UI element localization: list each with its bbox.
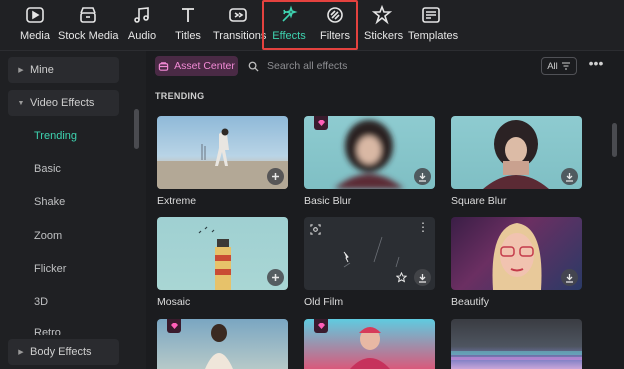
- premium-gem-icon: [314, 319, 328, 333]
- sidebar-group-label: Video Effects: [30, 97, 95, 109]
- add-icon[interactable]: [267, 269, 284, 286]
- download-icon[interactable]: [414, 269, 431, 286]
- effect-card-label: Square Blur: [451, 195, 507, 207]
- filter-dropdown[interactable]: All: [541, 57, 577, 75]
- effect-card-label: Basic Blur: [304, 195, 352, 207]
- asset-center-icon: [158, 61, 169, 71]
- content-scrollbar[interactable]: [612, 123, 617, 157]
- effect-card-beautify[interactable]: [451, 217, 582, 290]
- effect-card-label: Extreme: [157, 195, 197, 207]
- effect-card-extreme[interactable]: [157, 116, 288, 189]
- caret-right-icon: ▶: [18, 349, 24, 356]
- sidebar-group-label: Mine: [30, 64, 54, 76]
- templates-icon: [408, 4, 454, 26]
- asset-center-button[interactable]: Asset Center: [155, 56, 238, 76]
- effect-thumbnail: [451, 351, 582, 360]
- tab-transitions-label: Transitions: [213, 30, 267, 42]
- sidebar-group-video-effects[interactable]: ▼ Video Effects: [8, 90, 119, 116]
- filter-label: All: [547, 60, 558, 72]
- asset-center-label: Asset Center: [174, 60, 235, 72]
- effect-card-label: Mosaic: [157, 296, 191, 308]
- sidebar-item-zoom[interactable]: Zoom: [34, 230, 62, 242]
- sidebar-group-label: Body Effects: [30, 346, 92, 358]
- sidebar-item-basic[interactable]: Basic: [34, 163, 61, 175]
- tab-stock-media[interactable]: Stock Media: [58, 4, 119, 46]
- sidebar-group-body-effects[interactable]: ▶ Body Effects: [8, 339, 119, 365]
- effects-filters-highlight-box: [262, 0, 358, 50]
- tab-templates[interactable]: Templates: [408, 4, 459, 46]
- sidebar-item-3d[interactable]: 3D: [34, 296, 48, 308]
- card-menu-icon[interactable]: ⋮: [417, 221, 429, 233]
- effects-panel: Asset Center Search all effects All ••• …: [146, 51, 624, 369]
- search-placeholder: Search all effects: [267, 60, 348, 72]
- tab-templates-label: Templates: [408, 30, 459, 42]
- sidebar-group-mine[interactable]: ▶ Mine: [8, 57, 119, 83]
- effect-card-old-film[interactable]: ⋮: [304, 217, 435, 290]
- favorite-star-icon[interactable]: [393, 269, 410, 286]
- tab-stock-media-label: Stock Media: [58, 30, 119, 42]
- premium-gem-icon: [167, 319, 181, 333]
- section-title: TRENDING: [155, 91, 205, 101]
- effect-card-mosaic[interactable]: [157, 217, 288, 290]
- download-icon[interactable]: [561, 168, 578, 185]
- stock-media-icon: [58, 4, 118, 26]
- effect-card-label: Beautify: [451, 296, 489, 308]
- tab-audio[interactable]: Audio: [126, 4, 158, 46]
- titles-icon: [172, 4, 204, 26]
- sidebar-item-flicker[interactable]: Flicker: [34, 263, 66, 275]
- tab-stickers[interactable]: Stickers: [364, 4, 404, 46]
- top-toolbar: Media Stock Media Audio Titles Transitio…: [0, 0, 624, 51]
- preview-zoom-icon[interactable]: [310, 222, 321, 240]
- more-options-icon[interactable]: •••: [587, 56, 605, 75]
- tab-titles-label: Titles: [175, 30, 201, 42]
- tab-media-label: Media: [20, 30, 50, 42]
- filter-icon: [561, 62, 570, 70]
- effect-card-row3-1[interactable]: [157, 319, 288, 369]
- sidebar-item-retro[interactable]: Retro: [34, 327, 61, 335]
- tab-media[interactable]: Media: [17, 4, 53, 46]
- sidebar-item-trending[interactable]: Trending: [34, 130, 77, 142]
- sidebar: ▶ Mine ▼ Video Effects Trending Basic Sh…: [0, 51, 146, 369]
- premium-gem-icon: [314, 116, 328, 130]
- transitions-icon: [213, 4, 263, 26]
- tab-audio-label: Audio: [127, 30, 157, 42]
- download-icon[interactable]: [561, 269, 578, 286]
- caret-right-icon: ▶: [18, 67, 24, 74]
- download-icon[interactable]: [414, 168, 431, 185]
- add-icon[interactable]: [267, 168, 284, 185]
- search-icon: [248, 61, 259, 72]
- effect-card-label: Old Film: [304, 296, 344, 308]
- audio-icon: [126, 4, 158, 26]
- stickers-icon: [364, 4, 400, 26]
- tab-titles[interactable]: Titles: [172, 4, 204, 46]
- sidebar-item-shake[interactable]: Shake: [34, 196, 65, 208]
- search-field[interactable]: Search all effects: [248, 58, 448, 74]
- tab-transitions[interactable]: Transitions: [213, 4, 267, 46]
- effect-card-row3-3[interactable]: [451, 319, 582, 369]
- effect-card-basic-blur[interactable]: [304, 116, 435, 189]
- media-icon: [17, 4, 53, 26]
- sidebar-scrollbar[interactable]: [134, 109, 139, 149]
- tab-stickers-label: Stickers: [364, 30, 404, 42]
- caret-down-icon: ▼: [17, 99, 25, 107]
- effect-card-square-blur[interactable]: [451, 116, 582, 189]
- effect-card-row3-2[interactable]: [304, 319, 435, 369]
